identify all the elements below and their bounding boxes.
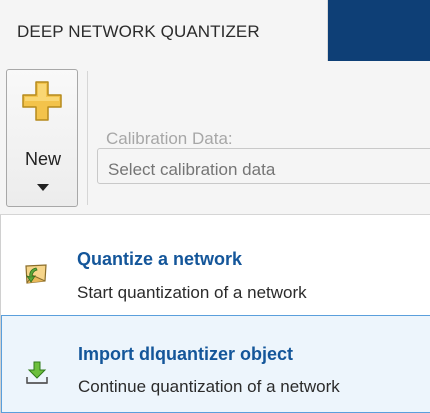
menu-item-title: Import dlquantizer object xyxy=(78,344,294,364)
caret-down-icon xyxy=(37,184,49,191)
menu-item-import-dlquantizer[interactable]: Import dlquantizer object Continue quant… xyxy=(1,315,430,413)
deep-network-quantizer-app: DEEP NETWORK QUANTIZER New Calibration D… xyxy=(0,0,430,413)
new-dropdown-menu: Quantize a network Start quantization of… xyxy=(0,215,430,413)
tab-strip: DEEP NETWORK QUANTIZER xyxy=(0,0,430,61)
calibration-data-select[interactable] xyxy=(97,148,430,184)
toolstrip-separator xyxy=(87,71,88,205)
import-icon xyxy=(26,361,48,384)
new-button-label: New xyxy=(24,149,61,169)
menu-item-description: Continue quantization of a network xyxy=(78,377,340,396)
new-button[interactable]: New xyxy=(6,69,78,207)
menu-item-description: Start quantization of a network xyxy=(77,283,307,302)
menu-item-quantize-network[interactable]: Quantize a network Start quantization of… xyxy=(1,229,430,320)
menu-item-title: Quantize a network xyxy=(77,249,243,269)
plus-icon xyxy=(22,81,62,121)
calibration-data-label: Calibration Data: xyxy=(106,129,233,148)
quantize-network-icon xyxy=(25,264,47,284)
tab-deep-network-quantizer[interactable]: DEEP NETWORK QUANTIZER xyxy=(0,0,328,61)
toolstrip: New Calibration Data: xyxy=(0,61,430,215)
